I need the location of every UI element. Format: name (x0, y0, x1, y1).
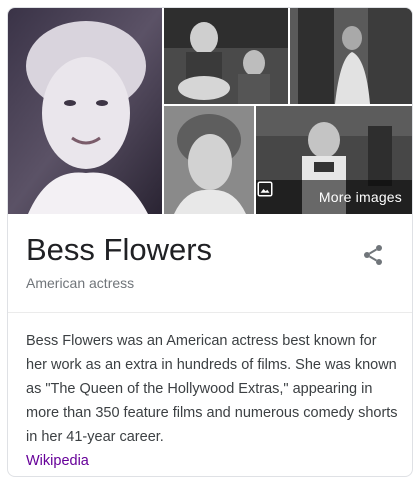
share-button[interactable] (358, 240, 388, 270)
description-text: Bess Flowers was an American actress bes… (26, 333, 398, 445)
share-icon (364, 245, 382, 265)
thumbnail-image-3[interactable] (164, 106, 254, 214)
knowledge-panel: More images Bess Flowers American actres… (7, 7, 413, 477)
wikipedia-link[interactable]: Wikipedia (26, 453, 89, 469)
thumbnail-image-1[interactable] (164, 8, 288, 104)
more-images-button[interactable]: More images (256, 180, 412, 214)
entity-title: Bess Flowers (26, 232, 213, 267)
main-portrait-image[interactable] (8, 8, 162, 214)
thumbnail-image-4[interactable]: More images (256, 106, 412, 214)
thumbnail-image-2[interactable] (290, 8, 412, 104)
image-icon (257, 181, 273, 197)
section-divider (8, 312, 412, 313)
more-images-label: More images (318, 189, 402, 205)
entity-description: Bess Flowers was an American actress bes… (26, 329, 400, 473)
entity-subtitle: American actress (26, 275, 135, 291)
